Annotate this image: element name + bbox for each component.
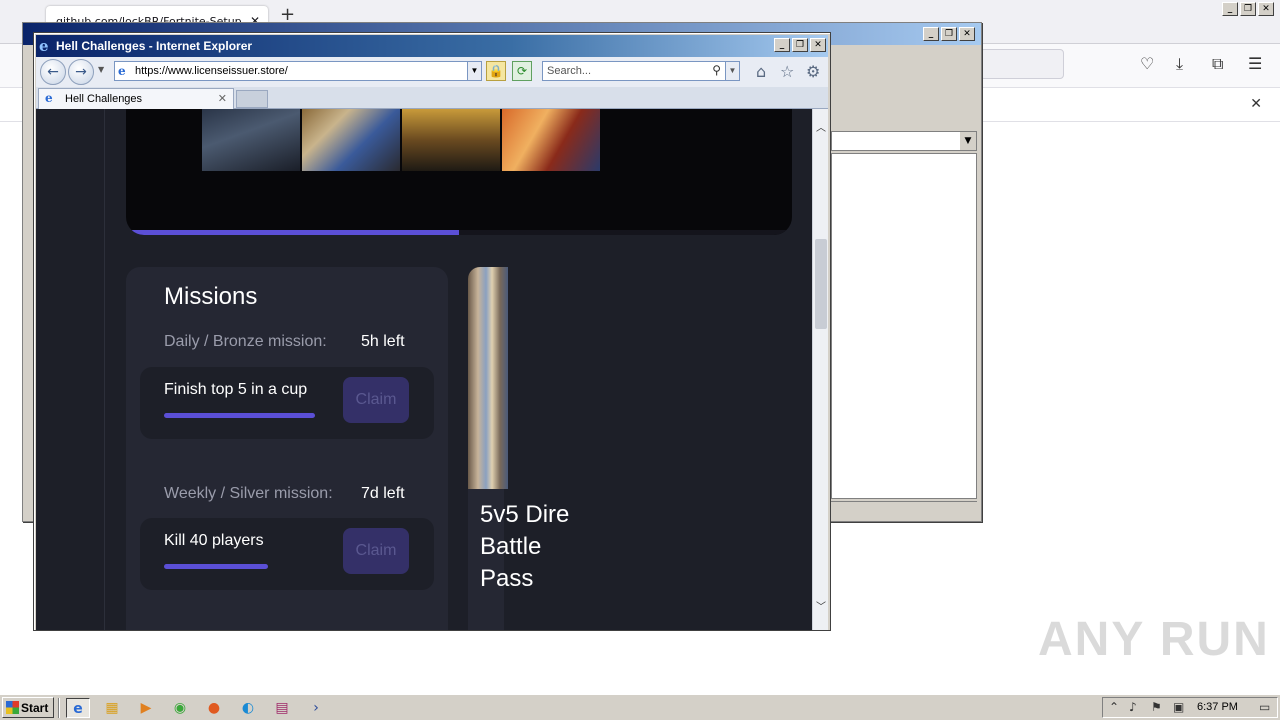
taskbar-separator xyxy=(58,698,60,718)
close-button[interactable]: ✕ xyxy=(959,27,975,41)
missions-panel: Missions Daily / Bronze mission: 5h left… xyxy=(126,267,448,630)
window-title: Hell Challenges - Internet Explorer xyxy=(56,39,253,53)
system-tray: ⌃ ♪ ⚑ ▣ 6:37 PM ▭ xyxy=(1102,697,1278,718)
flag-icon[interactable]: ⚑ xyxy=(1151,700,1162,714)
search-placeholder: Search... xyxy=(547,65,592,77)
hero-thumbnail[interactable] xyxy=(202,109,300,171)
claim-button[interactable]: Claim xyxy=(343,528,409,574)
background-statusbar xyxy=(831,501,977,519)
background-dropdown[interactable]: ▼ xyxy=(831,131,977,151)
gear-icon[interactable]: ⚙ xyxy=(806,62,820,81)
windows-logo-icon xyxy=(6,701,19,714)
lock-icon[interactable]: 🔒 xyxy=(486,61,506,81)
new-tab-button[interactable]: + xyxy=(280,6,295,24)
edge-taskbar-icon[interactable]: ◐ xyxy=(236,698,260,718)
chevron-down-icon[interactable]: ▼ xyxy=(725,62,739,80)
search-icon[interactable]: ⚲ xyxy=(712,63,721,77)
volume-icon[interactable]: ♪ xyxy=(1129,700,1137,714)
scroll-down-icon[interactable]: ﹀ xyxy=(813,600,829,616)
forward-button[interactable]: → xyxy=(68,59,94,85)
close-button[interactable]: ✕ xyxy=(810,38,826,52)
ie-window: e Hell Challenges - Internet Explorer _ … xyxy=(33,32,831,631)
ie-page-icon: e xyxy=(45,91,53,105)
firefox-taskbar-icon[interactable]: ● xyxy=(202,698,226,718)
mission-time-left: 5h left xyxy=(361,333,405,350)
claim-button[interactable]: Claim xyxy=(343,377,409,423)
maximize-button[interactable]: ❐ xyxy=(1240,2,1256,16)
history-dropdown-icon[interactable]: ▼ xyxy=(98,65,104,74)
tab-label: Hell Challenges xyxy=(65,93,143,105)
network-icon[interactable]: ▣ xyxy=(1173,700,1184,714)
ie-logo-icon: e xyxy=(39,37,49,55)
missions-title: Missions xyxy=(164,283,258,310)
page-viewport: Missions Daily / Bronze mission: 5h left… xyxy=(36,109,812,630)
favorites-star-icon[interactable]: ☆ xyxy=(780,62,794,81)
refresh-icon[interactable]: ⟳ xyxy=(512,61,532,81)
hero-thumbnail[interactable] xyxy=(402,109,500,171)
menu-icon[interactable]: ☰ xyxy=(1248,54,1262,73)
hero-thumbnail[interactable] xyxy=(302,109,400,171)
mission-task: Kill 40 players xyxy=(164,532,264,549)
vertical-scrollbar[interactable]: ︿ ﹀ xyxy=(812,109,828,630)
firefox-url-field[interactable] xyxy=(980,49,1064,79)
taskbar: Start e ▦ ▶ ◉ ● ◐ ▤ › ⌃ ♪ ⚑ ▣ 6:37 PM ▭ xyxy=(0,694,1280,720)
watermark-logo: ANY RUN xyxy=(1038,613,1270,666)
minimize-button[interactable]: _ xyxy=(774,38,790,52)
ie-titlebar: e Hell Challenges - Internet Explorer _ … xyxy=(36,35,828,57)
media-player-taskbar-icon[interactable]: ▶ xyxy=(134,698,158,718)
ie-taskbar-icon[interactable]: e xyxy=(66,698,90,718)
mission-progress-bar xyxy=(164,413,316,418)
minimize-button[interactable]: _ xyxy=(923,27,939,41)
start-button[interactable]: Start xyxy=(2,697,54,718)
hero-thumbnail[interactable] xyxy=(502,109,600,171)
scroll-up-icon[interactable]: ︿ xyxy=(813,121,829,137)
ie-toolbar: ← → ▼ e https://www.licenseissuer.store/… xyxy=(36,57,828,87)
mission-group-label: Daily / Bronze mission: xyxy=(164,333,327,350)
tray-expand-icon[interactable]: ⌃ xyxy=(1109,700,1119,714)
hero-progress-track xyxy=(126,230,792,235)
start-label: Start xyxy=(21,701,49,715)
new-tab-button[interactable] xyxy=(236,90,268,108)
background-content xyxy=(831,153,977,499)
minimize-button[interactable]: _ xyxy=(1222,2,1238,16)
maximize-button[interactable]: ❐ xyxy=(792,38,808,52)
back-button[interactable]: ← xyxy=(40,59,66,85)
mission-time-left: 7d left xyxy=(361,485,405,502)
powershell-taskbar-icon[interactable]: › xyxy=(304,698,328,718)
chevron-down-icon[interactable]: ▼ xyxy=(467,62,481,80)
battle-pass-image[interactable] xyxy=(468,267,508,489)
search-input[interactable]: Search... ⚲ ▼ xyxy=(542,61,740,81)
close-button[interactable]: ✕ xyxy=(1258,2,1274,16)
firefox-window-controls: _ ❐ ✕ xyxy=(1222,2,1274,16)
home-icon[interactable]: ⌂ xyxy=(756,62,766,81)
address-text: https://www.licenseissuer.store/ xyxy=(135,65,288,77)
hero-banner xyxy=(126,109,792,235)
address-bar[interactable]: e https://www.licenseissuer.store/ ▼ xyxy=(114,61,482,81)
mission-group-label: Weekly / Silver mission: xyxy=(164,485,333,502)
notice-close-icon[interactable]: ✕ xyxy=(1250,96,1262,112)
mission-card: Kill 40 players Claim xyxy=(140,518,434,590)
ie-page-icon: e xyxy=(118,64,126,78)
mission-task: Finish top 5 in a cup xyxy=(164,381,308,398)
ie-tab-strip: e Hell Challenges ✕ xyxy=(36,87,828,109)
battle-pass-title[interactable]: 5v5 Dire Battle Pass xyxy=(480,499,570,595)
explorer-taskbar-icon[interactable]: ▦ xyxy=(100,698,124,718)
hero-progress-fill xyxy=(126,230,459,235)
maximize-button[interactable]: ❐ xyxy=(941,27,957,41)
mission-card: Finish top 5 in a cup Claim xyxy=(140,367,434,439)
clock: 6:37 PM xyxy=(1197,701,1238,713)
close-icon[interactable]: ✕ xyxy=(218,92,227,105)
scrollbar-thumb[interactable] xyxy=(815,239,827,329)
chrome-taskbar-icon[interactable]: ◉ xyxy=(168,698,192,718)
sidebar-divider xyxy=(104,109,105,630)
extensions-icon[interactable]: ⧉ xyxy=(1212,54,1223,74)
chevron-down-icon: ▼ xyxy=(960,132,976,150)
mission-progress-bar xyxy=(164,564,268,569)
tab-hell-challenges[interactable]: e Hell Challenges ✕ xyxy=(38,88,234,109)
pocket-icon[interactable]: ♡ xyxy=(1140,54,1154,73)
show-desktop-icon[interactable]: ▭ xyxy=(1259,700,1270,714)
download-icon[interactable]: ⤓ xyxy=(1176,54,1183,74)
winrar-taskbar-icon[interactable]: ▤ xyxy=(270,698,294,718)
